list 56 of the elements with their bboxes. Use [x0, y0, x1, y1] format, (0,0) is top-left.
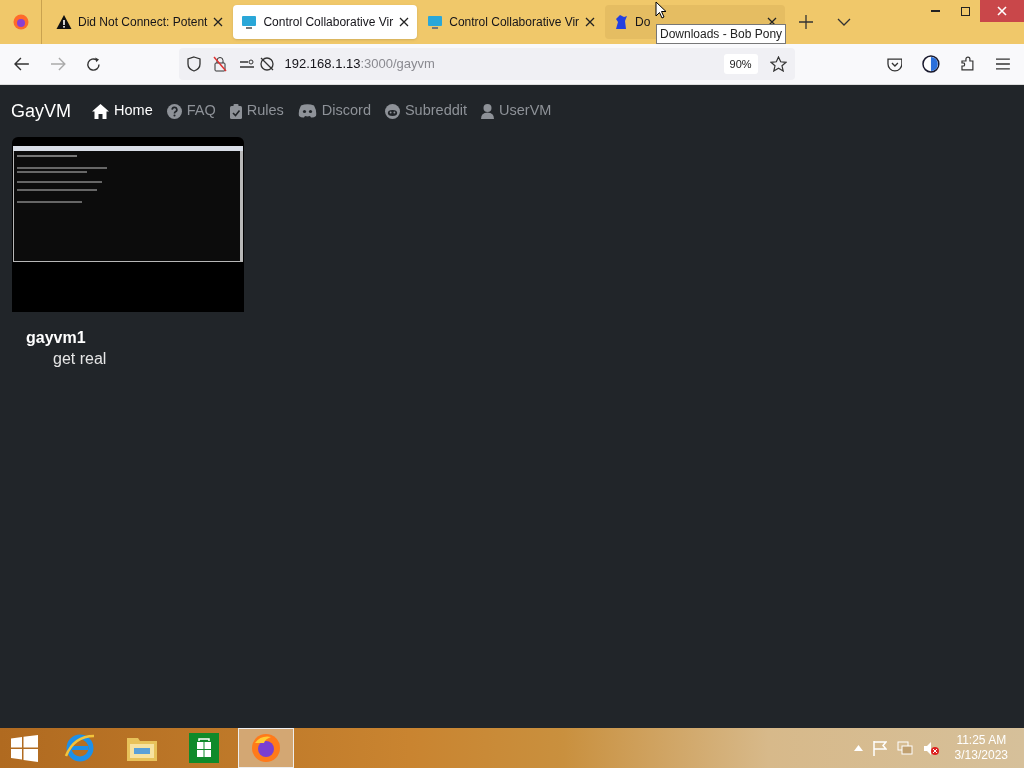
pony-icon: [613, 14, 630, 30]
tooltip: Downloads - Bob Pony: [656, 24, 787, 44]
reload-icon[interactable]: [85, 56, 101, 72]
taskbar-app[interactable]: [238, 728, 294, 768]
vm-name: gayvm1: [26, 328, 87, 348]
question-icon: [166, 103, 182, 119]
vm-card[interactable]: gayvm1 get real: [12, 137, 244, 370]
browser-tab[interactable]: Control Collaborative Vir: [233, 5, 418, 39]
windows-logo-icon[interactable]: [11, 734, 38, 762]
game-controller-icon: [297, 104, 317, 118]
zoom-level[interactable]: 90%: [723, 53, 758, 75]
puzzle-icon[interactable]: [960, 56, 977, 72]
shield-icon[interactable]: [186, 56, 201, 72]
vm-description: get real: [52, 349, 108, 369]
nav-link[interactable]: Rules: [229, 100, 284, 122]
monitor-icon: [241, 14, 258, 30]
fox-globe-icon[interactable]: [12, 14, 29, 30]
url-text: 192.168.1.13:3000/gayvm: [284, 55, 435, 74]
home-icon: [92, 103, 109, 119]
robot-face-icon: [384, 103, 400, 119]
pocket-icon[interactable]: [886, 56, 903, 72]
nav-link[interactable]: Home: [92, 100, 153, 122]
crossed-eye-icon[interactable]: [258, 56, 275, 72]
star-icon[interactable]: [769, 56, 787, 72]
crossed-lock-icon[interactable]: [212, 56, 227, 72]
tab-title: Control Collaborative Vir: [263, 14, 394, 31]
close-icon[interactable]: [585, 17, 596, 27]
back-arrow-icon[interactable]: [14, 57, 30, 71]
browser-tab[interactable]: Did Not Connect: Potent: [48, 5, 232, 39]
user-icon: [481, 103, 495, 119]
warning-icon: [56, 14, 72, 30]
browser-tab[interactable]: Control Collaborative Vir: [419, 5, 604, 39]
close-icon[interactable]: [399, 17, 410, 27]
clipboard-icon: [229, 103, 242, 119]
menu-icon[interactable]: [996, 58, 1010, 70]
browser-e-icon: [64, 732, 96, 764]
tab-title: Do: [635, 14, 652, 31]
nav-link[interactable]: FAQ: [166, 100, 216, 122]
chevron-down-icon[interactable]: [837, 18, 852, 26]
sliders-icon[interactable]: [238, 58, 255, 70]
fox-globe-icon: [251, 733, 281, 763]
nav-link[interactable]: Subreddit: [384, 100, 468, 122]
nav-link[interactable]: Discord: [297, 100, 371, 122]
muted-speaker-icon[interactable]: [922, 740, 939, 756]
nav-link[interactable]: UserVM: [481, 100, 552, 122]
address-bar[interactable]: 192.168.1.13:3000/gayvm 90%: [178, 48, 795, 80]
brand[interactable]: GayVM: [11, 97, 71, 125]
tab-title: Control Collaborative Vir: [449, 14, 580, 31]
contrast-icon[interactable]: [922, 55, 941, 73]
close-icon[interactable]: [213, 17, 224, 27]
monitor-icon: [427, 14, 444, 30]
cursor-icon: [655, 1, 667, 19]
tab-title: Did Not Connect: Potent: [78, 14, 208, 31]
plus-icon[interactable]: [799, 15, 814, 29]
close-icon: [997, 6, 1007, 16]
shopping-bag-icon: [189, 733, 219, 763]
